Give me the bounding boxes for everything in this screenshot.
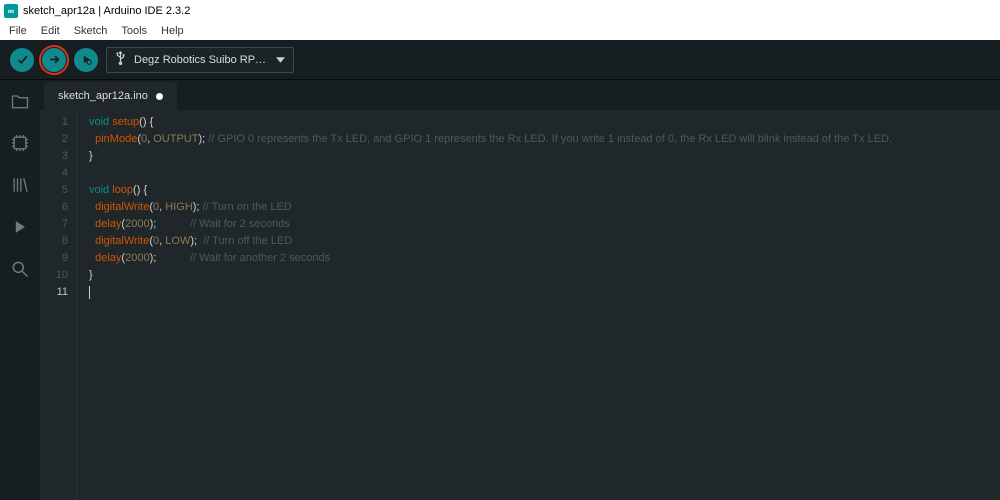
line-gutter: 1234567891011 <box>40 110 76 500</box>
code-line[interactable]: delay(2000); // Wait for another 2 secon… <box>89 250 1000 267</box>
line-number: 11 <box>40 284 68 301</box>
line-number: 7 <box>40 216 68 233</box>
toolbar: Degz Robotics Suibo RP… <box>0 40 1000 80</box>
line-number: 5 <box>40 182 68 199</box>
tab-sketch[interactable]: sketch_apr12a.ino <box>44 82 177 110</box>
line-number: 8 <box>40 233 68 250</box>
line-number: 4 <box>40 165 68 182</box>
tab-label: sketch_apr12a.ino <box>58 90 148 102</box>
line-number: 2 <box>40 131 68 148</box>
line-number: 10 <box>40 267 68 284</box>
usb-icon <box>115 51 126 68</box>
code-editor[interactable]: 1234567891011 void setup() { pinMode(0, … <box>40 110 1000 500</box>
window-title: sketch_apr12a | Arduino IDE 2.3.2 <box>23 5 190 17</box>
modified-dot-icon <box>156 93 163 100</box>
library-manager-icon[interactable] <box>9 174 31 196</box>
chevron-down-icon <box>276 54 285 66</box>
code-area[interactable]: void setup() { pinMode(0, OUTPUT); // GP… <box>76 110 1000 500</box>
code-line[interactable]: pinMode(0, OUTPUT); // GPIO 0 represents… <box>89 131 1000 148</box>
upload-button[interactable] <box>42 48 66 72</box>
sketchbook-icon[interactable] <box>9 90 31 112</box>
code-line[interactable]: digitalWrite(0, HIGH); // Turn on the LE… <box>89 199 1000 216</box>
menu-tools[interactable]: Tools <box>116 24 152 38</box>
line-number: 1 <box>40 114 68 131</box>
code-line[interactable]: void loop() { <box>89 182 1000 199</box>
board-selector-label: Degz Robotics Suibo RP… <box>134 54 266 66</box>
code-line[interactable]: } <box>89 267 1000 284</box>
search-icon[interactable] <box>9 258 31 280</box>
line-number: 3 <box>40 148 68 165</box>
verify-button[interactable] <box>10 48 34 72</box>
app-icon: ∞ <box>4 4 18 18</box>
title-bar: ∞ sketch_apr12a | Arduino IDE 2.3.2 <box>0 0 1000 22</box>
line-number: 6 <box>40 199 68 216</box>
code-line[interactable] <box>89 165 1000 182</box>
menu-sketch[interactable]: Sketch <box>69 24 113 38</box>
editor-pane: sketch_apr12a.ino 1234567891011 void set… <box>40 80 1000 500</box>
board-selector[interactable]: Degz Robotics Suibo RP… <box>106 47 294 73</box>
debug-icon[interactable] <box>9 216 31 238</box>
activity-bar <box>0 80 40 500</box>
menu-file[interactable]: File <box>4 24 32 38</box>
text-cursor <box>89 286 90 299</box>
menu-help[interactable]: Help <box>156 24 189 38</box>
menu-bar: File Edit SketchTools Help <box>0 22 1000 40</box>
code-line[interactable]: digitalWrite(0, LOW); // Turn off the LE… <box>89 233 1000 250</box>
code-line[interactable]: delay(2000); // Wait for 2 seconds <box>89 216 1000 233</box>
line-number: 9 <box>40 250 68 267</box>
tab-bar: sketch_apr12a.ino <box>40 80 1000 110</box>
code-line[interactable]: } <box>89 148 1000 165</box>
code-line[interactable] <box>89 284 1000 301</box>
board-manager-icon[interactable] <box>9 132 31 154</box>
debug-button[interactable] <box>74 48 98 72</box>
code-line[interactable]: void setup() { <box>89 114 1000 131</box>
menu-edit[interactable]: Edit <box>36 24 65 38</box>
